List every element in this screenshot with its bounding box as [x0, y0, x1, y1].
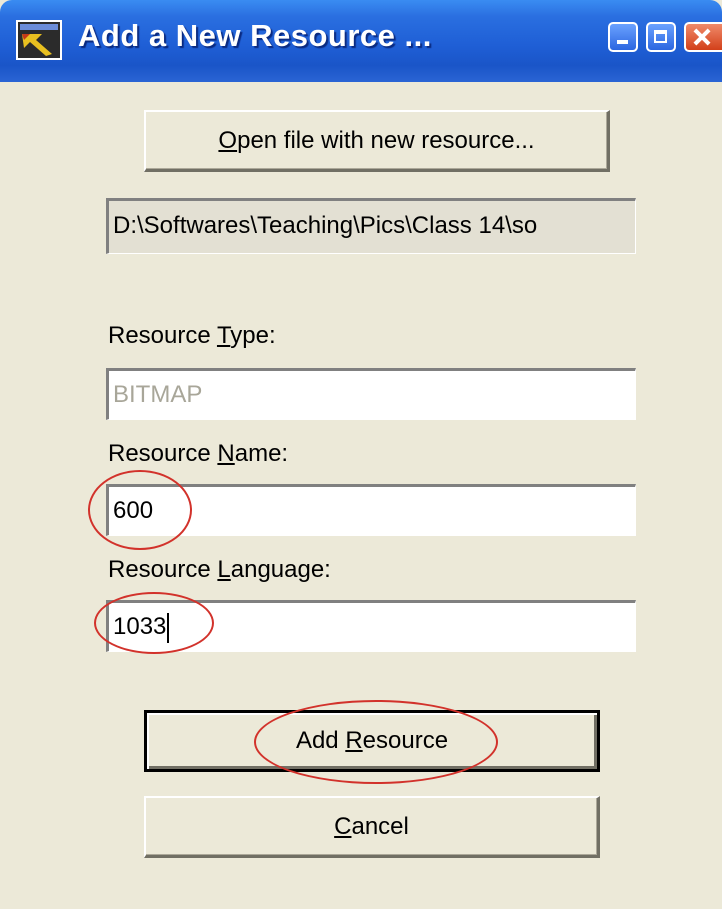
- annotation-ellipse-language: [94, 592, 214, 654]
- resource-language-label-prefix: Resource: [108, 556, 218, 583]
- resource-type-label-prefix: Resource: [108, 322, 217, 349]
- file-path-field[interactable]: D:\Softwares\Teaching\Pics\Class 14\so: [106, 198, 636, 254]
- resource-name-label-prefix: Resource: [108, 440, 218, 467]
- annotation-ellipse-name: [88, 470, 192, 550]
- window-title: Add a New Resource ...: [78, 18, 432, 53]
- resource-language-label: Resource Language:: [108, 556, 331, 584]
- open-file-button[interactable]: Open file with new resource...: [144, 110, 610, 172]
- cancel-mnemonic: C: [334, 812, 352, 840]
- resource-language-label-rest: anguage:: [230, 556, 331, 583]
- resource-type-field[interactable]: BITMAP: [106, 368, 636, 420]
- resource-language-label-mnemonic: L: [217, 556, 231, 583]
- resource-name-label-mnemonic: N: [217, 440, 235, 467]
- cancel-label-rest: ancel: [351, 812, 409, 840]
- app-icon: [16, 20, 62, 60]
- annotation-ellipse-add: [254, 700, 498, 784]
- title-bar[interactable]: Add a New Resource ...: [0, 0, 722, 82]
- resource-type-label-mnemonic: T: [216, 322, 231, 349]
- open-file-mnemonic: O: [218, 126, 238, 154]
- minimize-icon[interactable]: [608, 22, 638, 52]
- maximize-icon[interactable]: [646, 22, 676, 52]
- close-icon[interactable]: [684, 22, 722, 52]
- resource-type-label-rest: ype:: [230, 322, 276, 349]
- resource-name-label: Resource Name:: [108, 440, 288, 468]
- resource-type-label: Resource Type:: [108, 322, 276, 350]
- open-file-label: pen file with new resource...: [237, 126, 535, 154]
- add-resource-dialog: Add a New Resource ... Open file with ne…: [0, 0, 722, 909]
- resource-name-label-rest: ame:: [234, 440, 289, 467]
- cancel-button[interactable]: Cancel: [144, 796, 600, 858]
